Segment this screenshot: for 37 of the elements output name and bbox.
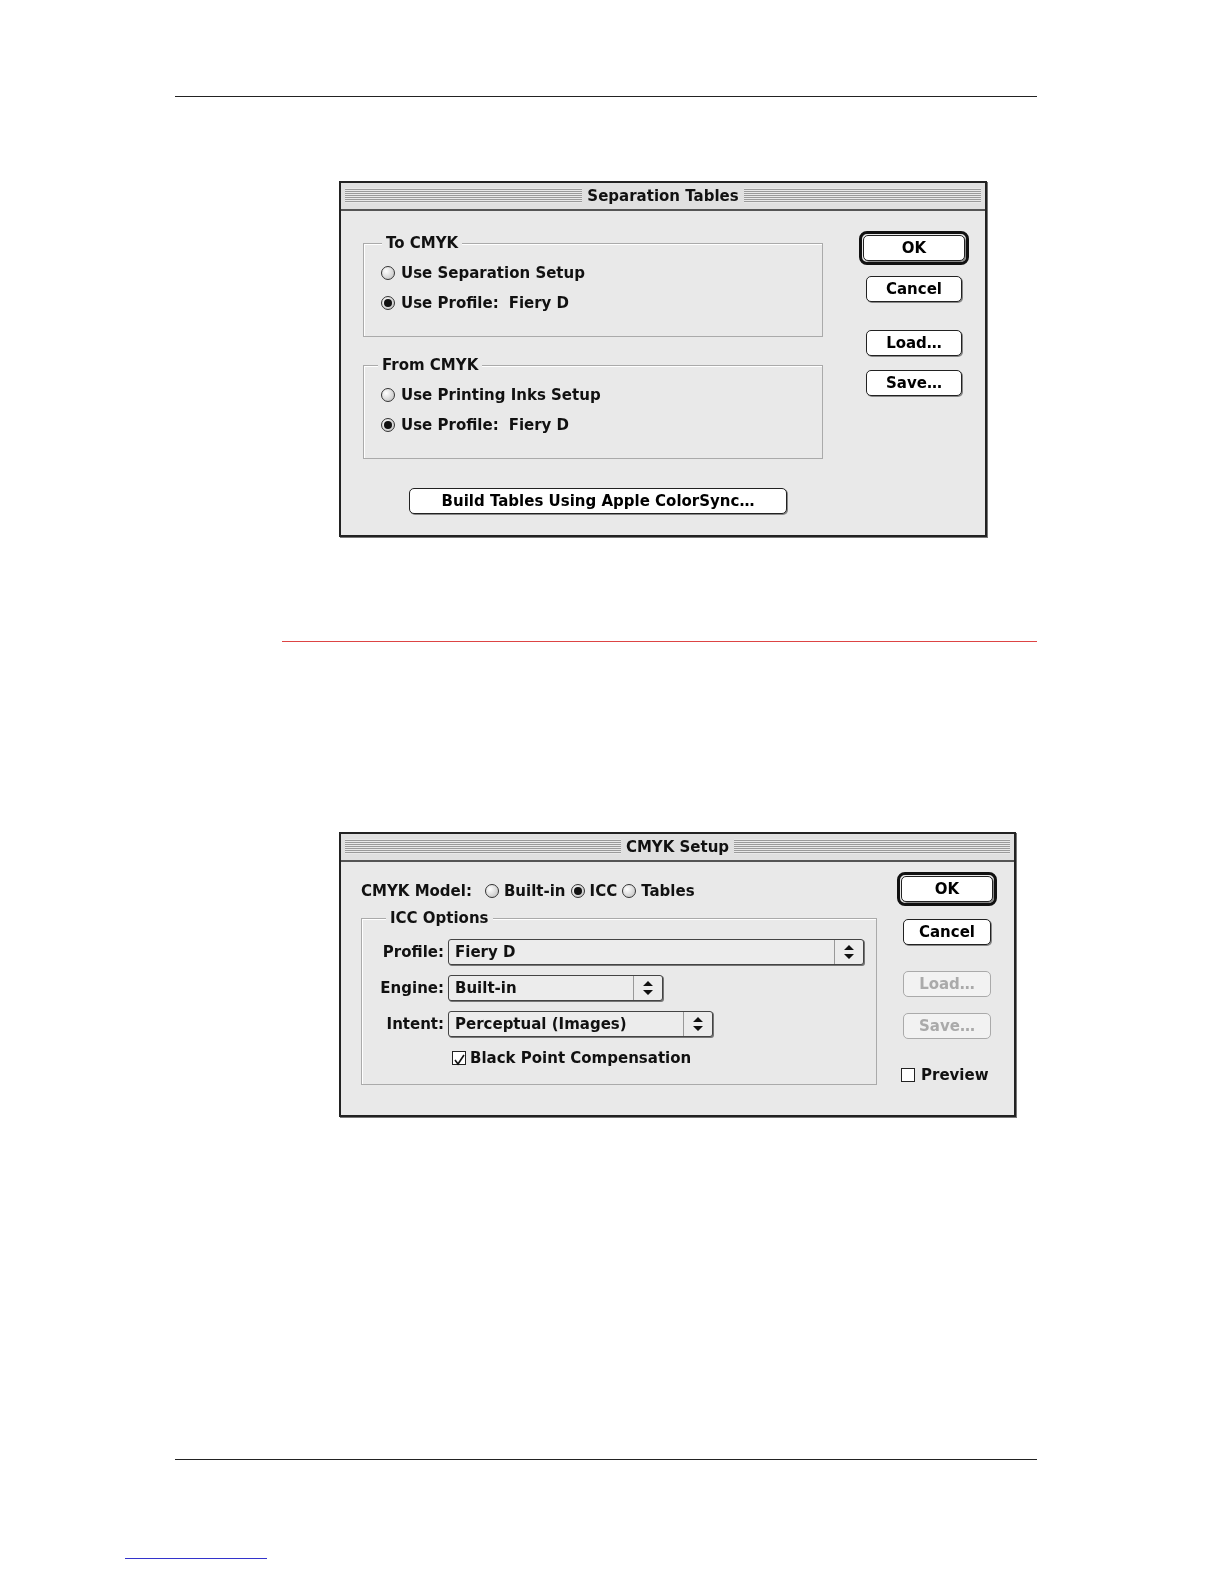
option-label: Tables bbox=[641, 882, 695, 900]
field-label: Engine: bbox=[379, 979, 444, 997]
profile-name: Fiery D bbox=[508, 416, 570, 434]
checkbox[interactable] bbox=[901, 1068, 915, 1082]
popup-menu[interactable]: Perceptual (Images) bbox=[448, 1011, 713, 1037]
option-label: Use Separation Setup bbox=[401, 264, 585, 282]
radio-button[interactable] bbox=[570, 884, 585, 898]
build-tables-button[interactable]: Build Tables Using Apple ColorSync… bbox=[406, 485, 790, 517]
field-label: Profile: bbox=[381, 943, 444, 961]
checkbox[interactable] bbox=[452, 1051, 466, 1065]
default-button[interactable]: OK bbox=[897, 872, 997, 906]
option-label: Use Profile: bbox=[401, 294, 499, 312]
checkbox-label: Preview bbox=[921, 1066, 989, 1084]
radio-button[interactable] bbox=[381, 418, 395, 432]
window-title: Separation Tables bbox=[582, 187, 744, 205]
button[interactable]: Cancel bbox=[900, 916, 994, 948]
button[interactable]: Save… bbox=[863, 367, 965, 399]
radio-button[interactable] bbox=[381, 388, 395, 402]
button[interactable]: Load… bbox=[863, 327, 965, 359]
radio-button[interactable] bbox=[381, 296, 395, 310]
profile-name: Fiery D bbox=[508, 294, 570, 312]
default-button[interactable]: OK bbox=[859, 231, 969, 265]
option-label: ICC bbox=[589, 882, 618, 900]
checkbox-label: Black Point Compensation bbox=[470, 1049, 692, 1067]
group-label: ICC Options bbox=[386, 909, 493, 927]
field-label: CMYK Model: bbox=[361, 882, 472, 900]
window-title: CMYK Setup bbox=[620, 838, 735, 856]
field-label: Intent: bbox=[385, 1015, 444, 1033]
option-label: Use Printing Inks Setup bbox=[401, 386, 601, 404]
option-label: Built-in bbox=[503, 882, 566, 900]
radio-button[interactable] bbox=[622, 884, 637, 898]
popup-menu[interactable]: Fiery D bbox=[448, 939, 864, 965]
radio-button[interactable] bbox=[484, 884, 499, 898]
button[interactable]: Cancel bbox=[863, 273, 965, 305]
option-label: Use Profile: bbox=[401, 416, 499, 434]
radio-button[interactable] bbox=[381, 266, 395, 280]
popup-menu[interactable]: Built-in bbox=[448, 975, 663, 1001]
